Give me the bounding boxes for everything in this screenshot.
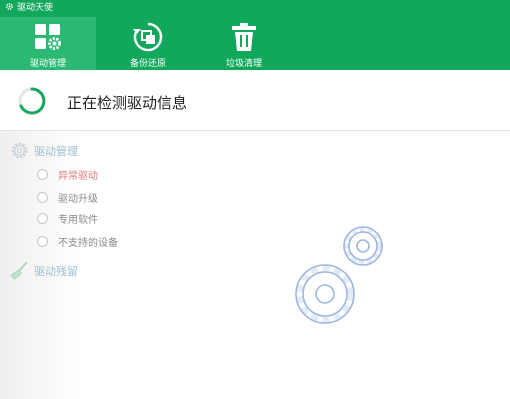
item-label: 不支持的设备 <box>58 238 118 249</box>
gears-illustration-icon <box>295 226 383 324</box>
section-label: 驱动管理 <box>34 144 78 158</box>
item-label: 驱动升级 <box>58 194 98 205</box>
tab-label: 驱动管理 <box>29 59 66 69</box>
tab-label: 垃圾清理 <box>225 59 262 69</box>
app-title: 驱动天使 <box>17 3 54 13</box>
section-driver-residual[interactable]: 驱动残留 <box>10 261 78 280</box>
list-item-abnormal-driver[interactable]: 异常驱动 <box>37 167 98 182</box>
tab-backup-restore[interactable]: 备份还原 <box>116 17 180 70</box>
tab-junk-cleanup[interactable]: 垃圾清理 <box>212 17 276 70</box>
apps-gear-icon <box>35 24 61 50</box>
status-text: 正在检测驱动信息 <box>67 94 188 112</box>
gear-icon <box>6 3 13 10</box>
tab-driver-manage[interactable]: 驱动管理 <box>0 17 96 70</box>
radio-button[interactable] <box>37 236 48 247</box>
trash-icon <box>232 23 256 51</box>
item-label: 异常驱动 <box>58 171 98 182</box>
radio-button[interactable] <box>37 213 48 224</box>
title-bar: 驱动天使 <box>5 0 53 13</box>
list-item-dedicated-software[interactable]: 专用软件 <box>37 211 98 226</box>
app-header: 驱动天使 驱动管理 备份还原 垃圾清理 <box>0 0 510 70</box>
section-label: 驱动残留 <box>34 264 78 278</box>
radio-button[interactable] <box>37 169 48 180</box>
section-driver-manage[interactable]: 驱动管理 <box>10 141 78 160</box>
broom-icon <box>10 261 28 280</box>
status-bar: 正在检测驱动信息 <box>0 70 510 131</box>
list-item-driver-upgrade[interactable]: 驱动升级 <box>37 190 98 205</box>
list-item-unsupported-devices[interactable]: 不支持的设备 <box>37 234 118 249</box>
item-label: 专用软件 <box>58 215 98 226</box>
backup-restore-icon <box>133 22 163 52</box>
gear-icon <box>11 142 28 159</box>
radio-button[interactable] <box>37 192 48 203</box>
loading-spinner-icon <box>18 87 46 115</box>
tab-label: 备份还原 <box>129 59 166 69</box>
